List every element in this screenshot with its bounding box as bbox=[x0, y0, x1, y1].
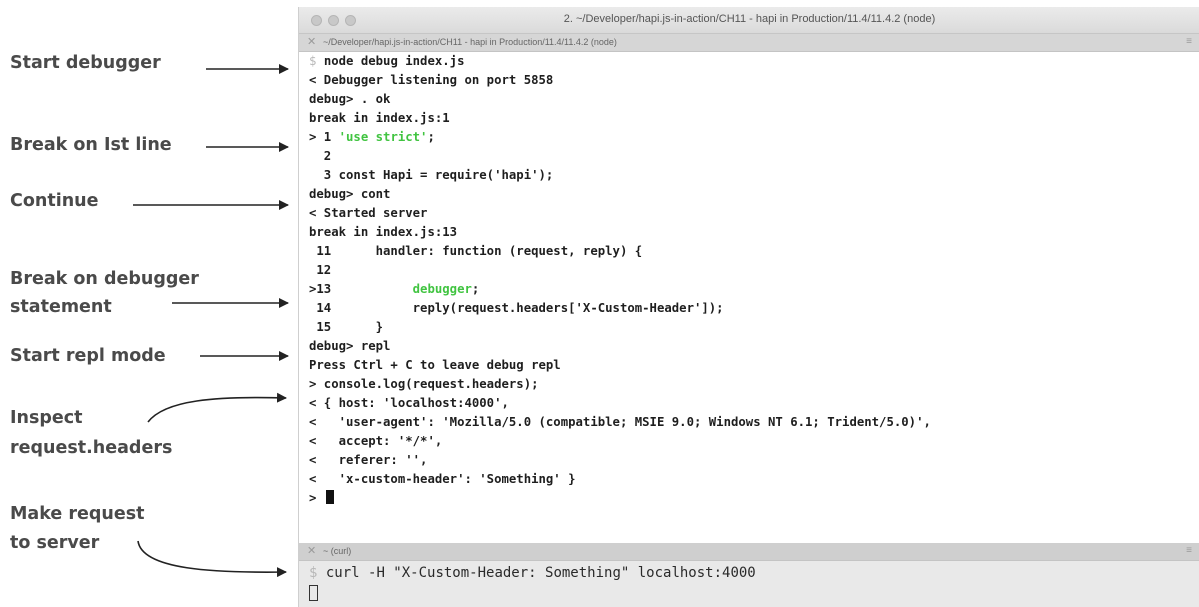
terminal-line: < Started server bbox=[309, 206, 428, 220]
command-text: node debug index.js bbox=[323, 54, 465, 68]
terminal-line bbox=[309, 585, 318, 605]
line-suffix: ; bbox=[427, 130, 435, 144]
line-prefix: > 1 bbox=[309, 130, 339, 144]
terminal-line: debug> repl bbox=[309, 339, 391, 353]
debugger-keyword: debugger bbox=[412, 282, 472, 296]
text-cursor bbox=[309, 585, 318, 601]
terminal-line: 2 bbox=[309, 149, 332, 163]
repl-prompt: > bbox=[309, 491, 324, 505]
prompt-symbol: $ bbox=[309, 54, 317, 68]
terminal-line: > bbox=[309, 489, 334, 508]
terminal-line: > 1 'use strict'; bbox=[309, 128, 435, 147]
menu-icon[interactable]: ≡ bbox=[1186, 545, 1192, 556]
annotation-arrows bbox=[133, 64, 289, 578]
tab-close-icon[interactable]: ✕ bbox=[307, 35, 316, 48]
terminal-line: debug> cont bbox=[309, 187, 391, 201]
terminal-line: >13 debugger; bbox=[309, 280, 479, 299]
terminal-line: < Debugger listening on port 5858 bbox=[309, 73, 554, 87]
terminal-line: > console.log(request.headers); bbox=[309, 377, 539, 391]
terminal-window: 2. ~/Developer/hapi.js-in-action/CH11 - … bbox=[298, 7, 1199, 607]
terminal-line: < 'user-agent': 'Mozilla/5.0 (compatible… bbox=[309, 415, 931, 429]
tab-curl[interactable]: ✕ ~ (curl) ≡ bbox=[299, 543, 1199, 561]
menu-icon[interactable]: ≡ bbox=[1186, 36, 1192, 47]
arrow-inspect bbox=[147, 392, 287, 423]
terminal-pane-node[interactable]: $ node debug index.js < Debugger listeni… bbox=[299, 52, 1199, 542]
terminal-line: $ curl -H "X-Custom-Header: Something" l… bbox=[309, 564, 756, 583]
terminal-line: debug> . ok bbox=[309, 92, 391, 106]
terminal-line: 15 } bbox=[309, 320, 384, 334]
text-cursor bbox=[325, 490, 334, 504]
terminal-line: < referer: '', bbox=[309, 453, 428, 467]
terminal-line: < { host: 'localhost:4000', bbox=[309, 396, 509, 410]
window-titlebar: 2. ~/Developer/hapi.js-in-action/CH11 - … bbox=[299, 7, 1199, 34]
line-prefix: >13 bbox=[309, 282, 413, 296]
string-literal: 'use strict' bbox=[338, 130, 428, 144]
curl-command: curl -H "X-Custom-Header: Something" loc… bbox=[325, 565, 756, 581]
terminal-line: < accept: '*/*', bbox=[309, 434, 443, 448]
terminal-pane-curl[interactable]: $ curl -H "X-Custom-Header: Something" l… bbox=[299, 561, 1199, 607]
tab-curl-label: ~ (curl) bbox=[323, 546, 352, 556]
tab-close-icon[interactable]: ✕ bbox=[307, 544, 316, 557]
terminal-line: Press Ctrl + C to leave debug repl bbox=[309, 358, 561, 372]
prompt-symbol: $ bbox=[309, 565, 318, 581]
line-suffix: ; bbox=[471, 282, 480, 296]
tab-node[interactable]: ✕ ~/Developer/hapi.js-in-action/CH11 - h… bbox=[299, 34, 1199, 52]
terminal-line: $ node debug index.js bbox=[309, 52, 464, 71]
terminal-line: break in index.js:1 bbox=[309, 111, 450, 125]
terminal-line: 11 handler: function (request, reply) { bbox=[309, 244, 643, 258]
terminal-line: break in index.js:13 bbox=[309, 225, 458, 239]
terminal-line: 12 bbox=[309, 263, 332, 277]
tab-node-label: ~/Developer/hapi.js-in-action/CH11 - hap… bbox=[323, 37, 617, 47]
terminal-line: < 'x-custom-header': 'Something' } bbox=[309, 472, 576, 486]
window-title: 2. ~/Developer/hapi.js-in-action/CH11 - … bbox=[563, 13, 936, 25]
terminal-line: 3 const Hapi = require('hapi'); bbox=[309, 168, 554, 182]
arrow-make-request bbox=[137, 540, 287, 578]
terminal-line: 14 reply(request.headers['X-Custom-Heade… bbox=[309, 301, 724, 315]
